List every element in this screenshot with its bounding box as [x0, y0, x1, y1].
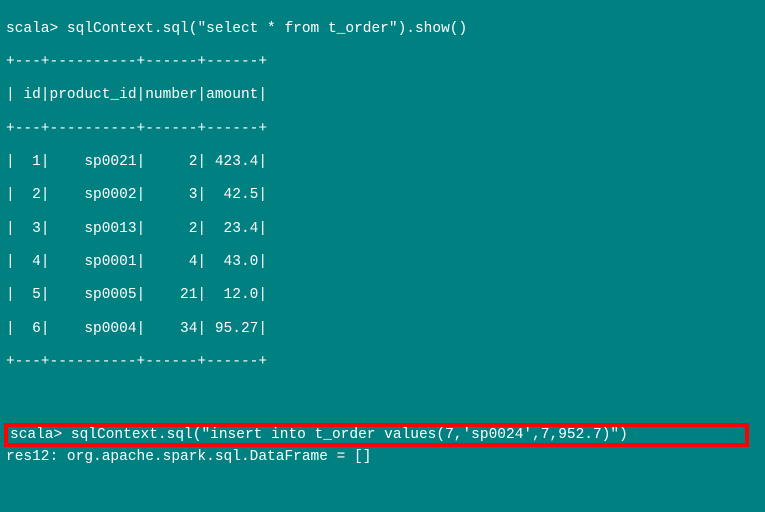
- table-row: | 5| sp0005| 21| 12.0|: [6, 287, 759, 304]
- command-text: sqlContext.sql("select * from t_order").…: [67, 21, 467, 37]
- table-row: | 6| sp0004| 34| 95.27|: [6, 321, 759, 338]
- command-text: sqlContext.sql("insert into t_order valu…: [71, 427, 628, 443]
- result-line: res12: org.apache.spark.sql.DataFrame = …: [6, 449, 759, 466]
- prompt-line-1[interactable]: scala> sqlContext.sql("select * from t_o…: [6, 21, 759, 38]
- table-row: | 2| sp0002| 3| 42.5|: [6, 187, 759, 204]
- prompt-label: scala>: [6, 21, 58, 37]
- blank-line: [6, 483, 759, 500]
- table-sep: +---+----------+------+------+: [6, 121, 759, 138]
- highlighted-command: scala> sqlContext.sql("insert into t_ord…: [4, 423, 749, 448]
- prompt-label: scala>: [10, 427, 62, 443]
- terminal-output: scala> sqlContext.sql("select * from t_o…: [0, 0, 765, 512]
- table-sep: +---+----------+------+------+: [6, 54, 759, 71]
- table-sep: +---+----------+------+------+: [6, 354, 759, 371]
- table-row: | 3| sp0013| 2| 23.4|: [6, 221, 759, 238]
- table-row: | 1| sp0021| 2| 423.4|: [6, 154, 759, 171]
- table-row: | 4| sp0001| 4| 43.0|: [6, 254, 759, 271]
- prompt-line-2[interactable]: scala> sqlContext.sql("insert into t_ord…: [10, 427, 628, 443]
- table-header: | id|product_id|number|amount|: [6, 87, 759, 104]
- blank-line: [6, 387, 759, 404]
